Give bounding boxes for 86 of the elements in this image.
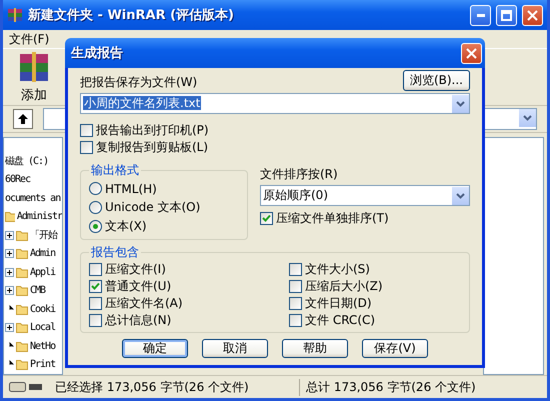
checkbox-label[interactable]: 压缩文件单独排序(T) [276,210,389,227]
checkbox-label[interactable]: 文件大小(S) [305,261,370,278]
status-text: 已经选择 173,056 字节(26 个文件) [54,378,249,396]
dialog-button[interactable]: 保存(V) [362,339,428,358]
radio-label[interactable]: Unicode 文本(O) [105,199,200,216]
maximize-icon [501,10,512,20]
checkbox[interactable] [89,297,102,310]
folder-icon [16,340,28,352]
expand-icon[interactable] [5,230,14,240]
tree-item[interactable]: Print [30,359,56,370]
chevron-down-icon [523,115,532,121]
window-title: 新建文件夹 - WinRAR (评估版本) [28,6,235,24]
tree-item[interactable]: Appli [30,266,56,278]
status-text: 总计 173,056 字节(26 个文件) [305,378,476,396]
dialog-button[interactable]: 确定 [122,339,188,358]
radio-button[interactable] [89,220,102,233]
tree-item[interactable]: Admin [30,248,56,260]
checkbox[interactable] [80,141,93,154]
tree-item[interactable]: Cooki [30,304,56,315]
tree-item[interactable]: ocuments an [5,192,60,204]
checkbox[interactable] [289,263,302,276]
folder-icon [5,211,15,222]
chevron-down-icon [456,100,465,106]
maximize-button[interactable] [496,4,517,26]
checkbox-label[interactable]: 报告输出到打印机(P) [96,122,209,139]
checkbox-label[interactable]: 总计信息(N) [105,312,172,329]
radio-label[interactable]: HTML(H) [105,182,157,196]
browse-button[interactable]: 浏览(B)... [402,70,470,91]
checkbox-label[interactable]: 文件 CRC(C) [305,312,376,329]
checkbox[interactable] [260,212,273,225]
folder-icon [16,304,28,315]
group-title: 报告包含 [90,244,140,261]
checkbox-label[interactable]: 文件日期(D) [305,295,372,312]
checkbox-label[interactable]: 压缩文件名(A) [105,295,183,312]
folder-icon [16,359,28,370]
field-label: 把报告保存为文件(W) [80,74,198,91]
tree-item[interactable]: 60Rec [5,174,30,186]
checkbox-label[interactable]: 压缩文件(I) [105,261,166,278]
tree-item[interactable]: 「开始 [30,228,57,242]
folder-icon [16,248,28,260]
folder-icon [16,266,28,278]
menu-item[interactable]: 文件(F) [9,30,50,48]
folder-icon [16,285,28,296]
add-button[interactable]: 添加 [17,50,51,104]
folder-icon [16,230,28,241]
dialog-button[interactable]: 取消 [202,339,268,358]
close-icon [466,48,477,58]
expand-icon[interactable] [5,249,14,258]
minimize-button[interactable] [470,4,491,26]
dialog-button[interactable]: 帮助 [282,339,348,358]
checkbox[interactable] [89,280,102,293]
checkbox[interactable] [289,280,302,293]
tree-item[interactable]: NetHo [30,340,56,352]
checkbox-label[interactable]: 复制报告到剪贴板(L) [96,139,208,156]
sort-select[interactable]: 原始顺序(0) [260,185,470,206]
minimize-icon [476,14,484,16]
tree-item[interactable]: 磁盘 (C:) [5,154,48,168]
chevron-down-icon [456,192,465,198]
radio-label[interactable]: 文本(X) [105,218,147,235]
expand-icon[interactable] [5,323,14,332]
app-icon [7,7,23,23]
group-title: 输出格式 [90,162,140,179]
expand-icon[interactable] [5,268,14,277]
checkbox[interactable] [80,124,93,137]
close-icon [527,10,538,20]
file-name-field[interactable]: 小周的文件名列表.txt [80,93,470,114]
checkbox[interactable] [289,297,302,310]
tree-item[interactable]: CMB [30,285,46,296]
folder-icon [16,322,28,334]
expand-icon[interactable] [5,286,14,296]
up-folder-button[interactable] [13,109,33,129]
checkbox-label[interactable]: 普通文件(U) [105,278,172,295]
close-button[interactable] [461,42,482,64]
tree-item[interactable]: Local [30,322,56,334]
checkbox[interactable] [89,263,102,276]
close-button[interactable] [522,4,543,26]
radio-button[interactable] [89,201,102,214]
dialog-title: 生成报告 [71,44,124,62]
checkbox[interactable] [89,314,102,327]
radio-button[interactable] [89,182,102,195]
tree-item[interactable]: Administr [16,211,62,222]
drive-icon [9,381,43,393]
checkbox-label[interactable]: 压缩后大小(Z) [305,278,383,295]
field-label: 文件排序按(R) [260,167,338,181]
up-arrow-icon [18,114,28,124]
checkbox[interactable] [289,314,302,327]
